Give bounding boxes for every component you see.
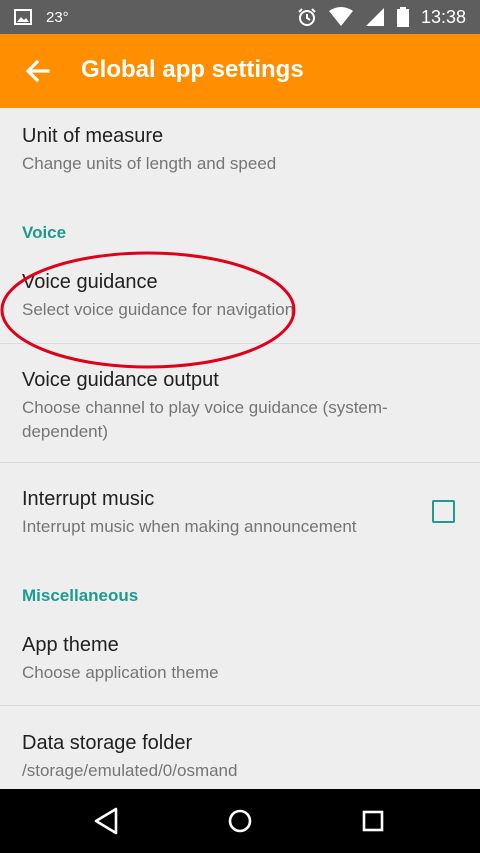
pref-app-theme[interactable]: App theme Choose application theme <box>0 620 480 706</box>
status-bar: 23° 13:38 <box>0 0 480 34</box>
image-icon <box>14 9 32 25</box>
wifi-icon <box>328 7 353 26</box>
pref-title: Voice guidance <box>22 271 158 293</box>
pref-summary: Change units of length and speed <box>22 154 277 173</box>
pref-summary: /storage/emulated/0/osmand <box>22 761 238 780</box>
recents-square-icon[interactable] <box>355 803 391 839</box>
pref-unit-of-measure[interactable]: Unit of measure Change units of length a… <box>0 108 480 198</box>
pref-summary: Choose channel to play voice guidance (s… <box>22 398 388 441</box>
pref-summary: Choose application theme <box>22 663 219 682</box>
page-title: Global app settings <box>81 56 304 83</box>
category-miscellaneous: Miscellaneous <box>22 586 139 605</box>
pref-summary: Interrupt music when making announcement <box>22 517 357 536</box>
app-toolbar: Global app settings <box>0 34 480 108</box>
category-voice: Voice <box>22 223 67 242</box>
pref-title: Data storage folder <box>22 732 193 754</box>
pref-title: Unit of measure <box>22 125 164 147</box>
back-triangle-icon[interactable] <box>89 803 125 839</box>
temperature-text: 23° <box>46 8 69 26</box>
battery-icon <box>396 7 409 27</box>
system-nav-bar <box>0 789 480 853</box>
pref-interrupt-music[interactable]: Interrupt music Interrupt music when mak… <box>0 463 480 563</box>
home-circle-icon[interactable] <box>222 803 258 839</box>
pref-data-storage-folder[interactable]: Data storage folder /storage/emulated/0/… <box>0 706 480 789</box>
pref-title: Voice guidance output <box>22 369 219 391</box>
clock-text: 13:38 <box>420 6 466 27</box>
pref-voice-guidance[interactable]: Voice guidance Select voice guidance for… <box>0 258 480 344</box>
interrupt-music-checkbox[interactable] <box>432 500 455 523</box>
pref-summary: Select voice guidance for navigation <box>22 300 295 319</box>
pref-title: App theme <box>22 634 119 656</box>
pref-voice-guidance-output[interactable]: Voice guidance output Choose channel to … <box>0 344 480 463</box>
arrow-left-icon[interactable] <box>20 53 56 89</box>
signal-icon <box>365 8 384 26</box>
alarm-icon <box>298 8 316 26</box>
pref-title: Interrupt music <box>22 488 155 510</box>
